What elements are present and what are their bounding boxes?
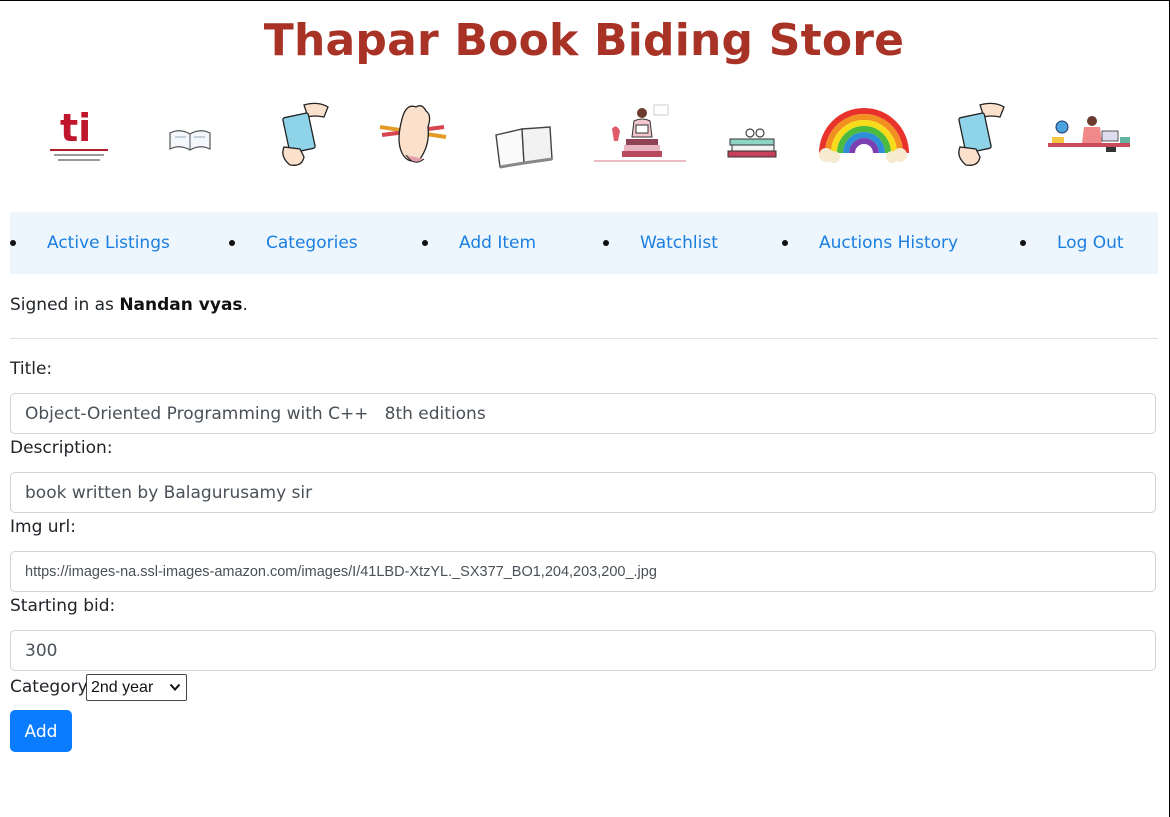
nav-item-add-item[interactable]: Add Item xyxy=(422,212,582,274)
description-label: Description: xyxy=(10,438,113,458)
signed-in-suffix: . xyxy=(242,295,248,315)
svg-text:ti: ti xyxy=(60,106,91,150)
nav-item-log-out[interactable]: Log Out xyxy=(1020,212,1150,274)
nav-link-watchlist[interactable]: Watchlist xyxy=(640,212,718,274)
nav-link-add-item[interactable]: Add Item xyxy=(459,212,536,274)
hand-holding-pencils-icon xyxy=(379,105,447,163)
bullet-icon xyxy=(229,240,235,246)
chevron-down-icon xyxy=(169,683,181,691)
hand-holding-book-icon xyxy=(958,102,1005,166)
open-book-sketch-icon xyxy=(495,126,553,169)
rainbow-icon xyxy=(819,108,909,163)
book-stack-glasses-icon xyxy=(727,128,777,158)
reading-person-icon xyxy=(594,104,686,162)
category-selected-value: 2nd year xyxy=(91,679,154,696)
img-url-input[interactable] xyxy=(10,551,1156,592)
title-label: Title: xyxy=(10,359,53,379)
banner-images: ti xyxy=(20,97,1150,173)
nav-link-log-out[interactable]: Log Out xyxy=(1057,212,1124,274)
divider xyxy=(10,338,1158,339)
hand-holding-book-icon xyxy=(282,102,329,166)
nav-link-categories[interactable]: Categories xyxy=(266,212,358,274)
student-desk-icon xyxy=(1048,116,1130,152)
bullet-icon xyxy=(422,240,428,246)
nav-link-active-listings[interactable]: Active Listings xyxy=(47,212,170,274)
title-input[interactable] xyxy=(10,393,1156,434)
thapar-logo-icon: ti xyxy=(50,106,108,161)
category-label: Category: xyxy=(10,677,93,697)
bullet-icon xyxy=(10,240,16,246)
user-name: Nandan vyas xyxy=(119,295,243,315)
nav-item-categories[interactable]: Categories xyxy=(229,212,409,274)
add-button[interactable]: Add xyxy=(10,710,72,752)
bullet-icon xyxy=(782,240,788,246)
description-input[interactable] xyxy=(10,472,1156,513)
nav-item-watchlist[interactable]: Watchlist xyxy=(603,212,763,274)
starting-bid-label: Starting bid: xyxy=(10,596,116,616)
page-title: Thapar Book Biding Store xyxy=(263,15,905,66)
category-select[interactable]: 2nd year xyxy=(86,674,187,701)
nav-item-auctions-history[interactable]: Auctions History xyxy=(782,212,982,274)
nav-item-active-listings[interactable]: Active Listings xyxy=(10,212,210,274)
navbar: Active Listings Categories Add Item Watc… xyxy=(10,212,1158,274)
signed-in-prefix: Signed in as xyxy=(10,295,120,315)
img-url-label: Img url: xyxy=(10,517,76,537)
nav-link-auctions-history[interactable]: Auctions History xyxy=(819,212,958,274)
bullet-icon xyxy=(1020,240,1026,246)
signed-in-status: Signed in as Nandan vyas. xyxy=(10,295,248,315)
starting-bid-input[interactable] xyxy=(10,630,1156,671)
bullet-icon xyxy=(603,240,609,246)
open-book-icon xyxy=(169,130,211,151)
